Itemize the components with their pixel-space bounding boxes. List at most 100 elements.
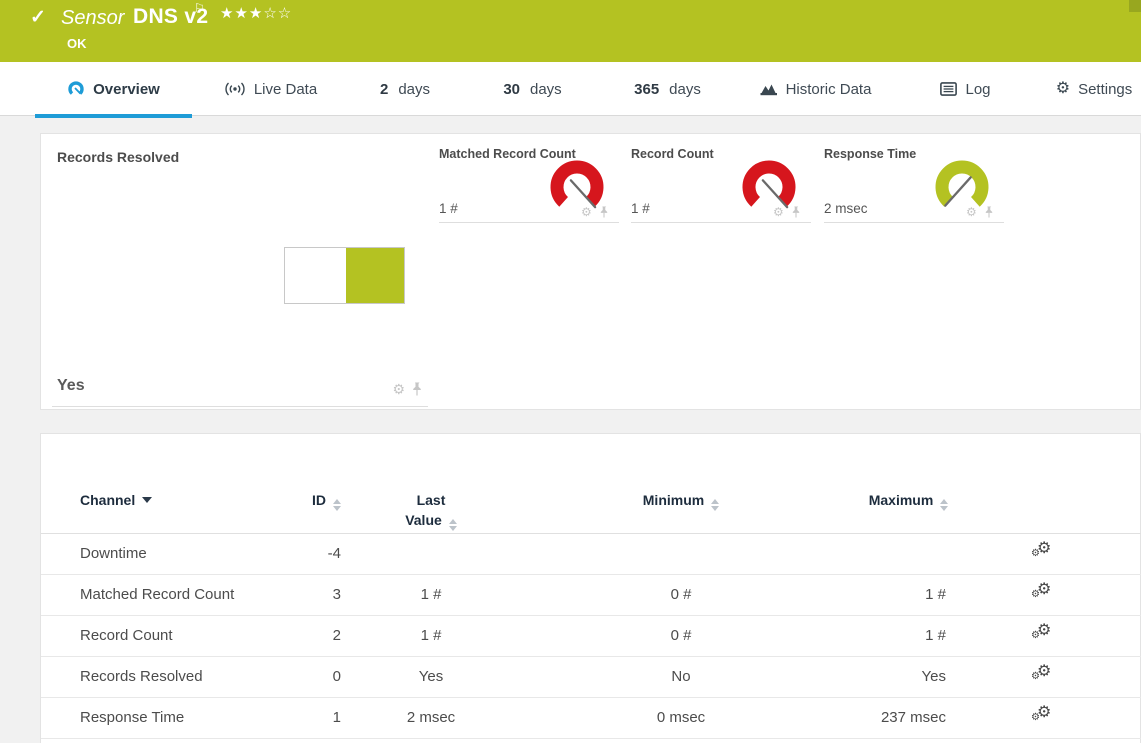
channel-settings-icon[interactable]: ⚙⚙ (1031, 706, 1053, 726)
cell-id: 1 (281, 697, 341, 738)
status-check-icon: ✓ (30, 6, 46, 29)
cell-channel[interactable]: Matched Record Count (41, 574, 281, 615)
cell-maximum: Yes (841, 656, 976, 697)
gauge-title: Response Time (824, 147, 916, 161)
channel-settings-icon[interactable]: ⚙⚙ (1031, 665, 1053, 685)
records-resolved-tile: Records Resolved Yes ⚙ (52, 141, 428, 407)
tile-gear-icon[interactable]: ⚙ (392, 382, 405, 396)
column-header-channel[interactable]: Channel (41, 474, 281, 533)
column-header-value-label: Value (405, 512, 442, 528)
cell-minimum: 0 # (521, 574, 841, 615)
priority-stars[interactable]: ★★★☆☆ (220, 4, 292, 22)
records-resolved-indicator (284, 247, 405, 304)
cell-maximum (841, 533, 976, 574)
gear-icon: ⚙ (1056, 81, 1070, 97)
sensor-label: Sensor (61, 7, 124, 30)
log-list-icon (940, 82, 957, 96)
pin-icon[interactable] (792, 206, 801, 218)
column-header-last-value[interactable]: Last Value (341, 474, 521, 533)
tab-overview[interactable]: Overview (35, 62, 192, 116)
cell-minimum: 0 # (521, 615, 841, 656)
cell-maximum: 1 # (841, 615, 976, 656)
tile-gear-icon[interactable]: ⚙ (773, 206, 784, 218)
tab-live-data[interactable]: Live Data (213, 62, 328, 116)
tab-settings-label: Settings (1078, 81, 1132, 98)
tab-historic-data[interactable]: Historic Data (748, 62, 883, 116)
tab-365-days[interactable]: 365 days (620, 62, 715, 116)
cell-last-value: 2 msec (341, 697, 521, 738)
cell-last-value (341, 533, 521, 574)
tab-2-days-number: 2 (380, 81, 388, 98)
column-header-actions (976, 474, 1141, 533)
cell-id: 0 (281, 656, 341, 697)
pin-icon[interactable] (600, 206, 609, 218)
sensor-header: ✓ Sensor DNS v2 ⚐ ★★★☆☆ OK (0, 0, 1141, 62)
column-header-maximum-label: Maximum (869, 492, 934, 508)
table-row-record-count[interactable]: Record Count 2 1 # 0 # 1 # ⚙⚙ (41, 615, 1141, 656)
overview-panel: Records Resolved Yes ⚙ Matched Record Co… (40, 133, 1141, 410)
area-chart-icon (760, 82, 778, 96)
gauge-tile-response-time: Response Time 2 msec ⚙ (824, 141, 1004, 223)
table-row-response-time[interactable]: Response Time 1 2 msec 0 msec 237 msec ⚙… (41, 697, 1141, 738)
cell-last-value: 1 # (341, 574, 521, 615)
flag-icon[interactable]: ⚐ (194, 1, 205, 15)
records-resolved-value: Yes (57, 377, 85, 395)
column-header-id[interactable]: ID (281, 474, 341, 533)
column-header-id-label: ID (312, 492, 326, 508)
tab-overview-label: Overview (93, 81, 160, 98)
sort-icon (940, 499, 948, 511)
gauge-title: Record Count (631, 147, 714, 161)
column-header-minimum[interactable]: Minimum (521, 474, 841, 533)
column-header-minimum-label: Minimum (643, 492, 704, 508)
tab-log[interactable]: Log (933, 62, 998, 116)
channel-table: Channel ID Last Value Minimum Maximum (41, 474, 1141, 739)
gauge-value: 1 # (631, 201, 650, 216)
tab-2-days[interactable]: 2 days (365, 62, 445, 116)
tab-live-data-label: Live Data (254, 81, 317, 98)
broadcast-icon (224, 81, 246, 97)
cell-minimum: No (521, 656, 841, 697)
tab-bar: Overview Live Data 2 days 30 days 365 da… (0, 62, 1141, 116)
channel-table-panel: Channel ID Last Value Minimum Maximum (40, 433, 1141, 743)
sort-icon (711, 499, 719, 511)
tab-log-label: Log (965, 81, 990, 98)
tab-settings[interactable]: ⚙ Settings (1048, 62, 1140, 116)
cell-maximum: 1 # (841, 574, 976, 615)
tile-gear-icon[interactable]: ⚙ (966, 206, 977, 218)
cell-channel[interactable]: Record Count (41, 615, 281, 656)
cell-maximum: 237 msec (841, 697, 976, 738)
channel-settings-icon[interactable]: ⚙⚙ (1031, 542, 1053, 562)
table-row-downtime[interactable]: Downtime -4 ⚙⚙ (41, 533, 1141, 574)
pin-icon[interactable] (412, 382, 422, 396)
status-badge: OK (67, 36, 87, 51)
tab-2-days-label: days (398, 81, 430, 98)
table-row-records-resolved[interactable]: Records Resolved 0 Yes No Yes ⚙⚙ (41, 656, 1141, 697)
cell-last-value: Yes (341, 656, 521, 697)
tab-historic-data-label: Historic Data (786, 81, 872, 98)
tab-365-days-label: days (669, 81, 701, 98)
cell-channel[interactable]: Response Time (41, 697, 281, 738)
sort-icon (333, 499, 341, 511)
tab-365-days-number: 365 (634, 81, 659, 98)
records-resolved-title: Records Resolved (57, 149, 179, 165)
gauge-icon (67, 81, 85, 97)
column-header-maximum[interactable]: Maximum (841, 474, 976, 533)
tab-30-days[interactable]: 30 days (490, 62, 575, 116)
header-corner-tile (1129, 0, 1141, 12)
pin-icon[interactable] (985, 206, 994, 218)
cell-channel[interactable]: Records Resolved (41, 656, 281, 697)
table-header-row: Channel ID Last Value Minimum Maximum (41, 474, 1141, 533)
table-row-matched-record-count[interactable]: Matched Record Count 3 1 # 0 # 1 # ⚙⚙ (41, 574, 1141, 615)
records-resolved-indicator-fill (346, 248, 404, 303)
cell-id: 2 (281, 615, 341, 656)
tile-gear-icon[interactable]: ⚙ (581, 206, 592, 218)
cell-minimum: 0 msec (521, 697, 841, 738)
tab-30-days-label: days (530, 81, 562, 98)
cell-last-value: 1 # (341, 615, 521, 656)
channel-settings-icon[interactable]: ⚙⚙ (1031, 583, 1053, 603)
sort-icon (449, 519, 457, 531)
channel-settings-icon[interactable]: ⚙⚙ (1031, 624, 1053, 644)
cell-channel[interactable]: Downtime (41, 533, 281, 574)
column-header-channel-label: Channel (80, 492, 135, 508)
gauge-tile-matched-record-count: Matched Record Count 1 # ⚙ (439, 141, 619, 223)
